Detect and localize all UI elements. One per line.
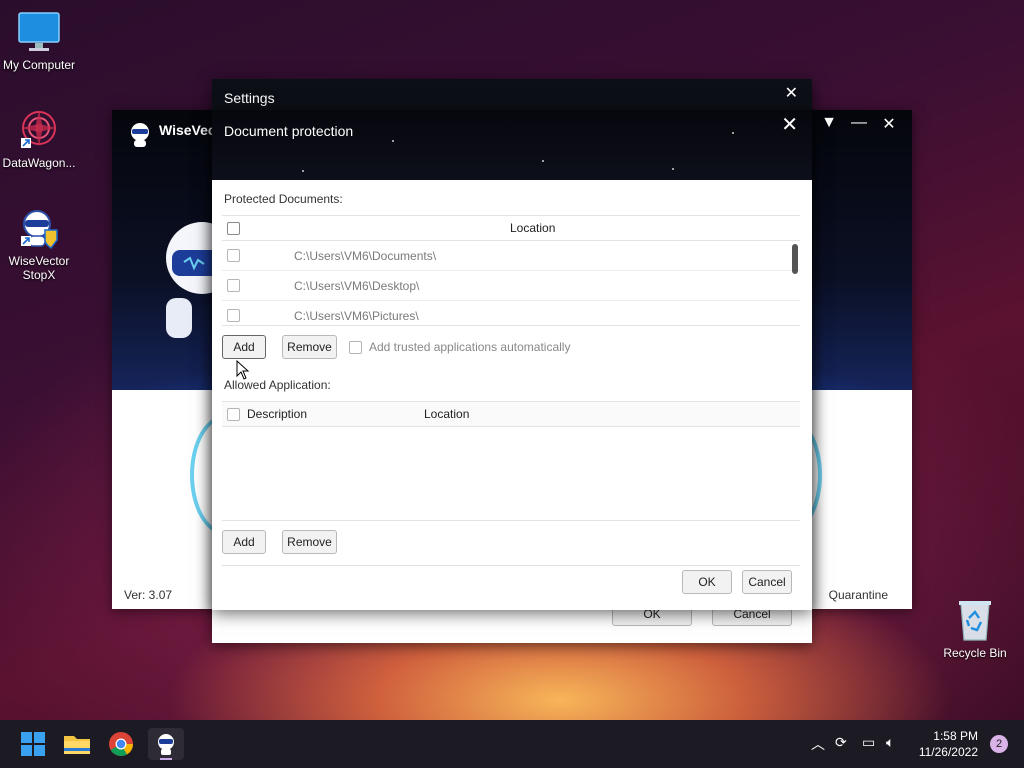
select-all-checkbox[interactable] (227, 222, 240, 235)
protected-documents-label: Protected Documents: (224, 192, 343, 206)
table-scrollbar[interactable] (792, 244, 798, 274)
wisevector-icon (17, 206, 61, 250)
table-row[interactable]: C:\Users\VM6\Documents\ (222, 241, 800, 271)
settings-titlebar: Settings ✕ (212, 79, 812, 111)
select-all-checkbox[interactable] (227, 408, 240, 421)
network-icon[interactable]: ▭ (862, 734, 875, 751)
dialog-ok-button[interactable]: OK (682, 570, 732, 594)
wisevector-taskbar-icon[interactable] (148, 728, 184, 760)
settings-title: Settings (224, 90, 275, 106)
sync-icon[interactable]: ⟳ (835, 734, 847, 751)
minimize-icon[interactable]: — (847, 114, 871, 132)
wisevector-logo-icon (128, 122, 152, 151)
table-header: Location (222, 216, 800, 241)
row-checkbox[interactable] (227, 309, 240, 322)
row-location: C:\Users\VM6\Documents\ (294, 249, 437, 263)
location-column-header: Location (424, 407, 470, 421)
table-row[interactable]: C:\Users\VM6\Desktop\ (222, 271, 800, 301)
desktop-icon-wisevector[interactable]: WiseVector StopX (0, 206, 81, 282)
row-checkbox[interactable] (227, 279, 240, 292)
add-document-button[interactable]: Add (222, 335, 266, 359)
desktop-icon-label: My Computer (2, 58, 76, 72)
version-label: Ver: 3.07 (124, 588, 173, 602)
table-row[interactable]: C:\Users\VM6\Pictures\ (222, 301, 800, 325)
document-protection-dialog: Document protection ✕ Protected Document… (212, 110, 812, 610)
table-header: Description Location (222, 402, 800, 427)
start-button-icon[interactable] (17, 728, 49, 760)
datawagon-icon (17, 108, 61, 152)
dialog-divider (222, 565, 800, 566)
dialog-cancel-button[interactable]: Cancel (742, 570, 792, 594)
close-icon[interactable]: ✕ (781, 112, 798, 137)
menu-icon[interactable]: ▼ (817, 114, 841, 132)
description-column-header: Description (247, 407, 308, 421)
show-hidden-icons-chevron-icon[interactable]: ︿ (811, 734, 825, 754)
dialog-title: Document protection (224, 123, 354, 139)
clock[interactable]: 1:58 PM 11/26/2022 (919, 728, 978, 760)
desktop-icon-my-computer[interactable]: My Computer (0, 10, 81, 72)
file-explorer-icon[interactable] (61, 728, 93, 760)
trusted-apps-label: Add trusted applications automatically (369, 340, 571, 354)
row-location: C:\Users\VM6\Desktop\ (294, 279, 420, 293)
desktop-icon-recycle-bin[interactable]: Recycle Bin (933, 598, 1017, 660)
trusted-apps-checkbox[interactable] (349, 341, 362, 354)
row-checkbox[interactable] (227, 249, 240, 262)
quarantine-link[interactable]: Quarantine (829, 588, 888, 602)
location-column-header: Location (510, 221, 556, 235)
dialog-titlebar: Document protection ✕ (212, 110, 812, 180)
chrome-icon[interactable] (105, 728, 137, 760)
desktop-icon-datawagon[interactable]: DataWagon... (0, 108, 81, 170)
allowed-applications-table: Description Location (222, 401, 800, 521)
mouse-cursor-icon (236, 359, 250, 383)
clock-time: 1:58 PM (933, 729, 978, 743)
monitor-icon (17, 10, 61, 54)
desktop-icon-label: Recycle Bin (943, 646, 1007, 660)
protected-documents-table: Location C:\Users\VM6\Documents\ C:\User… (222, 215, 800, 326)
desktop-icon-label: DataWagon... (2, 156, 76, 170)
close-icon[interactable]: ✕ (785, 83, 798, 103)
taskbar: ︿ ⟳ ▭ 🔈︎ 1:58 PM 11/26/2022 2 (0, 720, 1024, 768)
recycle-bin-icon (955, 598, 995, 642)
remove-application-button[interactable]: Remove (282, 530, 337, 554)
close-icon[interactable]: ✕ (877, 114, 901, 134)
row-location: C:\Users\VM6\Pictures\ (294, 309, 419, 323)
add-application-button[interactable]: Add (222, 530, 266, 554)
notification-badge[interactable]: 2 (990, 735, 1008, 753)
volume-icon[interactable]: 🔈︎ (886, 734, 894, 751)
wisevector-title: WiseVec (159, 122, 216, 138)
clock-date: 11/26/2022 (918, 745, 978, 759)
remove-document-button[interactable]: Remove (282, 335, 337, 359)
desktop-icon-label: WiseVector StopX (8, 254, 70, 282)
